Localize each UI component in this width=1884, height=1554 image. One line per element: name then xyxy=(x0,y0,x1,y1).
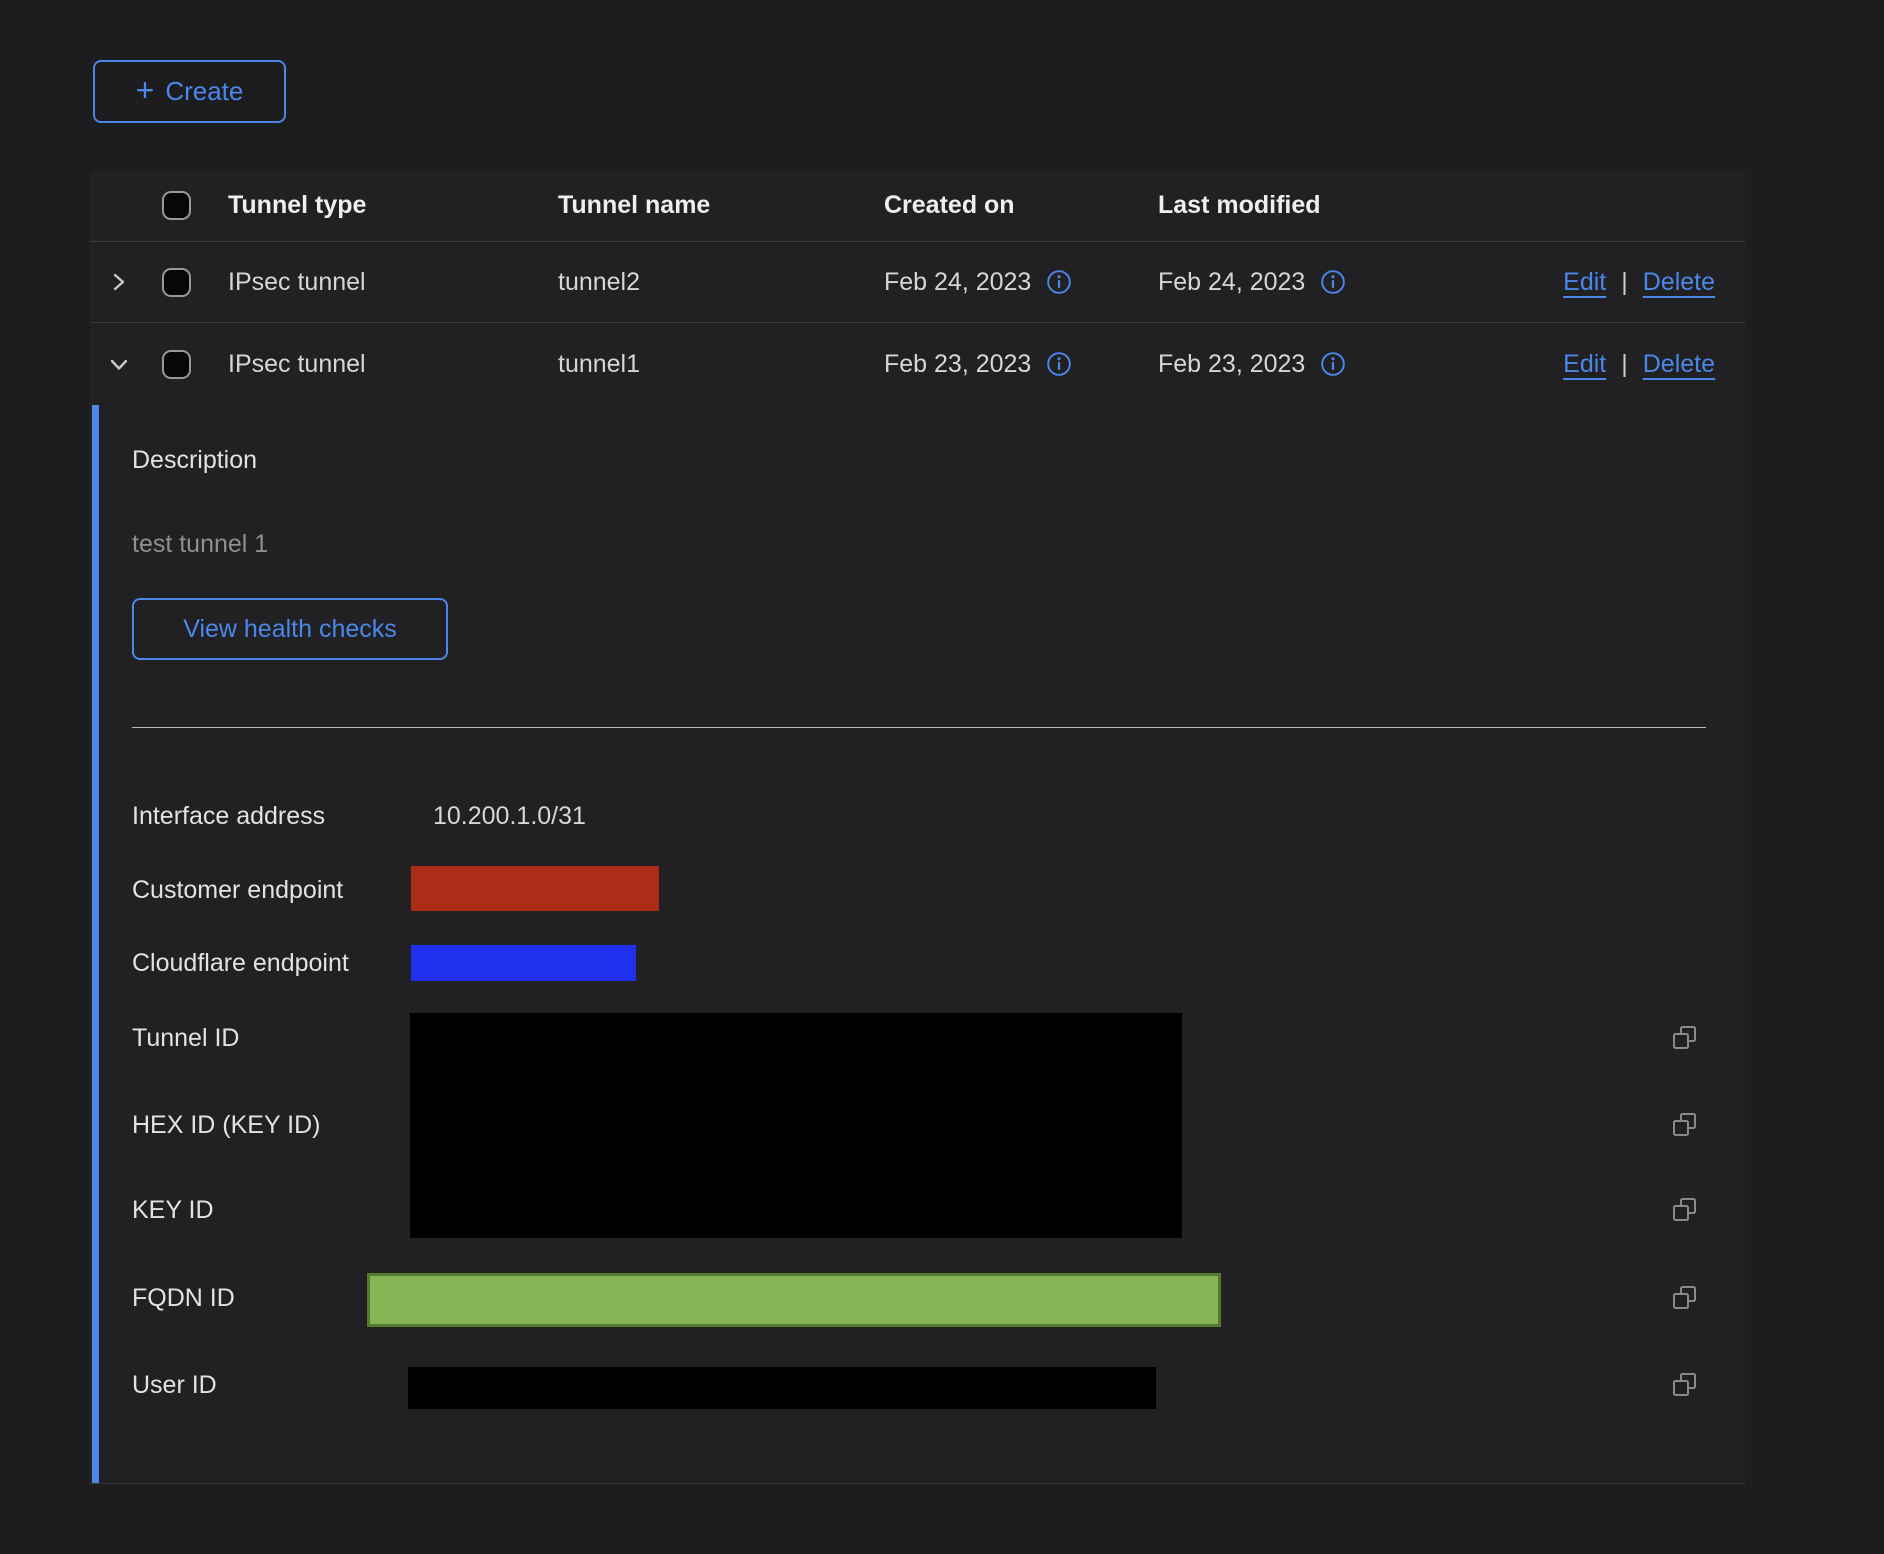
copy-fqdn-id-button[interactable] xyxy=(1670,1283,1700,1313)
info-icon[interactable] xyxy=(1046,269,1072,295)
ids-redacted-value-block xyxy=(410,1013,1182,1238)
header-tunnel-name: Tunnel name xyxy=(558,191,884,220)
fqdn-id-label: FQDN ID xyxy=(132,1283,235,1313)
cloudflare-endpoint-label: Cloudflare endpoint xyxy=(132,948,349,978)
view-health-checks-button[interactable]: View health checks xyxy=(132,598,448,660)
edit-link[interactable]: Edit xyxy=(1563,350,1606,379)
copy-user-id-button[interactable] xyxy=(1670,1370,1700,1400)
description-label: Description xyxy=(132,445,257,475)
collapse-row-button[interactable] xyxy=(104,349,134,379)
cell-created-on: Feb 24, 2023 xyxy=(884,268,1031,297)
copy-icon xyxy=(1670,1110,1700,1140)
cell-tunnel-type: IPsec tunnel xyxy=(228,268,558,297)
copy-icon xyxy=(1670,1023,1700,1053)
expanded-row-indicator-bar xyxy=(92,405,99,1483)
row-checkbox[interactable] xyxy=(162,268,191,297)
select-all-checkbox[interactable] xyxy=(162,191,191,220)
delete-link[interactable]: Delete xyxy=(1643,350,1715,379)
create-button-label: Create xyxy=(165,76,243,107)
table-row: IPsec tunnel tunnel2 Feb 24, 2023 Feb 24… xyxy=(90,242,1745,323)
panel-divider xyxy=(132,727,1706,728)
delete-link[interactable]: Delete xyxy=(1643,268,1715,297)
user-id-label: User ID xyxy=(132,1370,217,1400)
create-button[interactable]: + Create xyxy=(93,60,286,123)
tunnel-id-label: Tunnel ID xyxy=(132,1023,239,1053)
info-icon[interactable] xyxy=(1046,351,1072,377)
customer-endpoint-redacted-value xyxy=(411,866,659,911)
customer-endpoint-label: Customer endpoint xyxy=(132,875,343,905)
edit-link[interactable]: Edit xyxy=(1563,268,1606,297)
key-id-label: KEY ID xyxy=(132,1195,214,1225)
cell-created-on: Feb 23, 2023 xyxy=(884,350,1031,379)
chevron-right-icon xyxy=(104,267,134,297)
cell-tunnel-name: tunnel1 xyxy=(558,350,884,379)
row-checkbox[interactable] xyxy=(162,350,191,379)
actions-separator: | xyxy=(1621,268,1628,297)
info-icon[interactable] xyxy=(1320,351,1346,377)
user-id-redacted-value xyxy=(408,1367,1156,1409)
header-created-on: Created on xyxy=(884,191,1158,220)
actions-separator: | xyxy=(1621,350,1628,379)
tunnels-table: Tunnel type Tunnel name Created on Last … xyxy=(90,170,1745,1484)
expand-row-button[interactable] xyxy=(104,267,134,297)
cell-last-modified: Feb 24, 2023 xyxy=(1158,268,1305,297)
cloudflare-endpoint-redacted-value xyxy=(411,945,636,981)
tunnels-page: + Create Tunnel type Tunnel name Created… xyxy=(0,0,1884,1554)
cell-tunnel-type: IPsec tunnel xyxy=(228,350,558,379)
table-row: IPsec tunnel tunnel1 Feb 23, 2023 Feb 23… xyxy=(90,323,1745,405)
description-value: test tunnel 1 xyxy=(132,529,268,559)
tunnel-detail-panel: Description test tunnel 1 View health ch… xyxy=(90,405,1745,1484)
chevron-down-icon xyxy=(104,349,134,379)
cell-last-modified: Feb 23, 2023 xyxy=(1158,350,1305,379)
interface-address-label: Interface address xyxy=(132,801,325,831)
copy-hex-id-button[interactable] xyxy=(1670,1110,1700,1140)
copy-icon xyxy=(1670,1283,1700,1313)
copy-icon xyxy=(1670,1195,1700,1225)
plus-icon: + xyxy=(136,74,155,106)
header-last-modified: Last modified xyxy=(1158,191,1468,220)
copy-tunnel-id-button[interactable] xyxy=(1670,1023,1700,1053)
header-tunnel-type: Tunnel type xyxy=(228,191,558,220)
copy-key-id-button[interactable] xyxy=(1670,1195,1700,1225)
interface-address-value: 10.200.1.0/31 xyxy=(433,801,586,831)
copy-icon xyxy=(1670,1370,1700,1400)
cell-tunnel-name: tunnel2 xyxy=(558,268,884,297)
fqdn-id-redacted-value xyxy=(367,1273,1221,1327)
hex-id-label: HEX ID (KEY ID) xyxy=(132,1110,320,1140)
table-header-row: Tunnel type Tunnel name Created on Last … xyxy=(90,170,1745,242)
info-icon[interactable] xyxy=(1320,269,1346,295)
